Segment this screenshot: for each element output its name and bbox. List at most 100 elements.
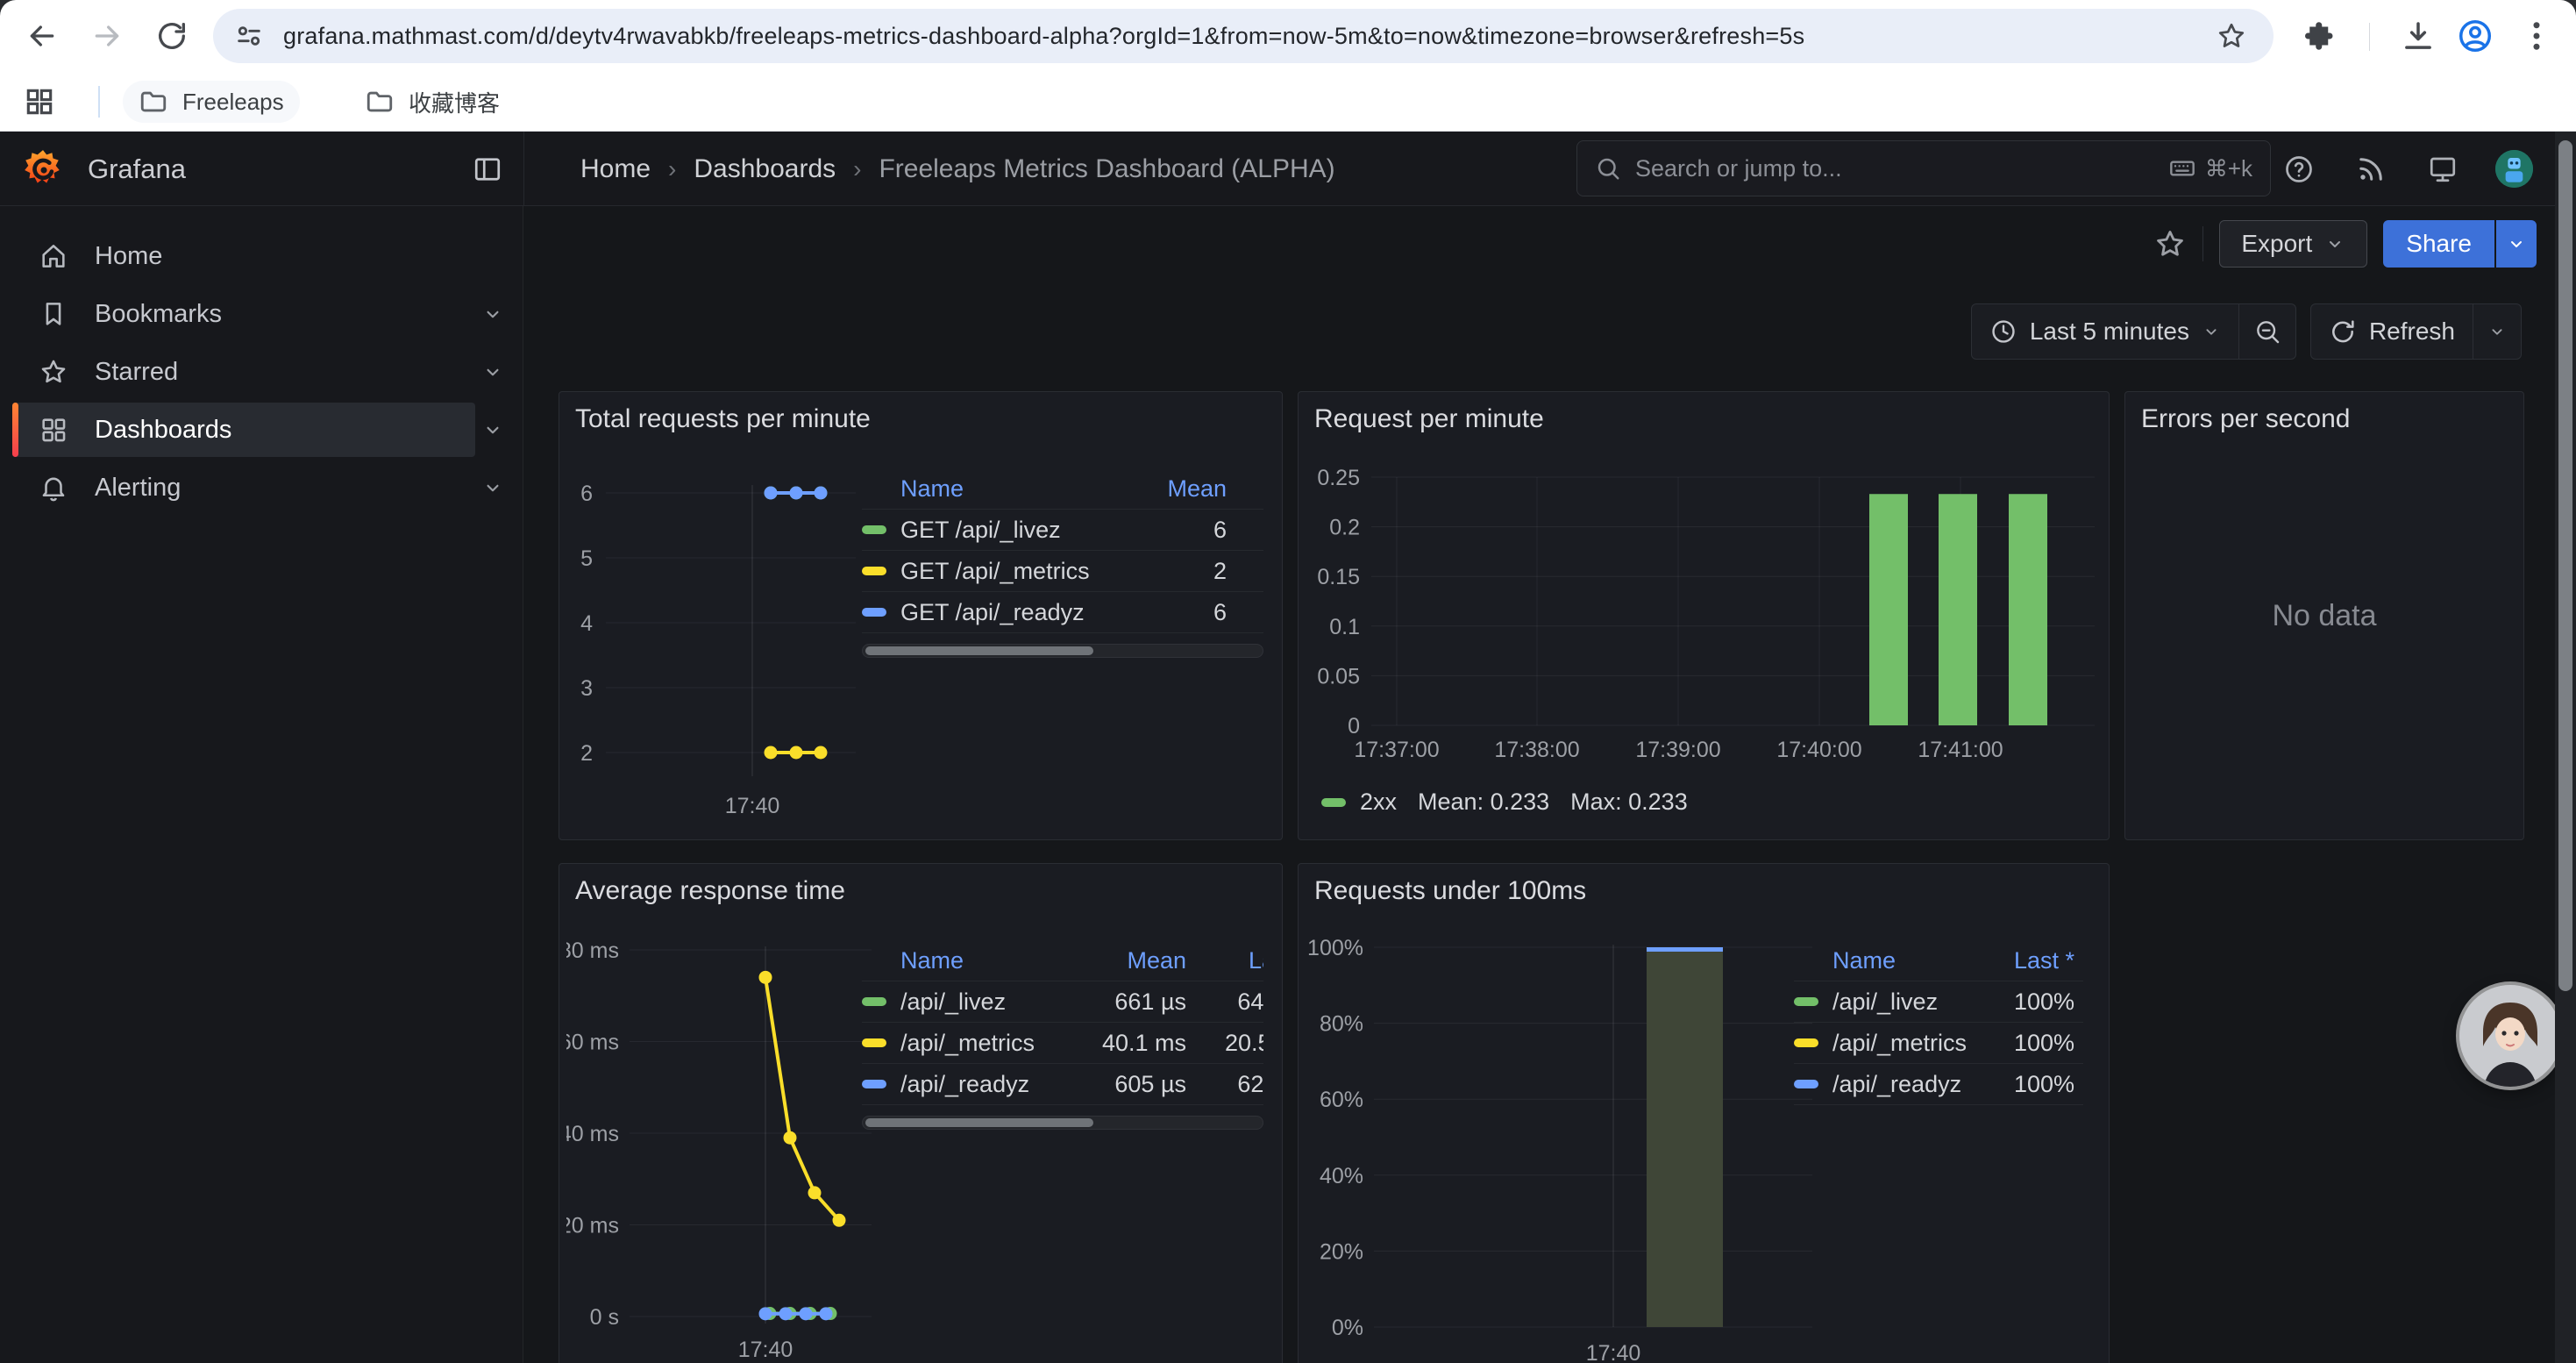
legend-row[interactable]: GET /api/_livez 6 <box>862 510 1263 551</box>
extensions-icon[interactable] <box>2299 18 2336 54</box>
legend-header-mean[interactable]: Mean <box>1130 475 1227 503</box>
sidebar-item-alerting[interactable]: Alerting <box>12 460 510 515</box>
legend-row[interactable]: /api/_livez 100% <box>1794 981 2083 1023</box>
site-controls-icon[interactable] <box>234 21 264 51</box>
refresh-button[interactable]: Refresh <box>2311 304 2473 359</box>
legend-header-name[interactable]: Name <box>900 475 1130 503</box>
refresh-icon <box>2329 318 2357 346</box>
bookmark-folder-blogs[interactable]: 收藏博客 <box>349 81 516 123</box>
star-icon <box>39 357 68 387</box>
panel-title[interactable]: Average response time <box>575 876 845 906</box>
news-rss-icon[interactable] <box>2355 153 2387 185</box>
scrollbar-thumb[interactable] <box>2558 140 2572 991</box>
panel-requests-under-100ms[interactable]: Requests under 100ms 100%80%60%40%20%0%1… <box>1298 863 2110 1363</box>
chart-canvas-requests-under-100ms[interactable]: 100%80%60%40%20%0%17:40 <box>1306 936 1823 1363</box>
favorite-star-icon[interactable] <box>2153 227 2187 260</box>
page-scrollbar[interactable] <box>2555 132 2576 1363</box>
dashboards-grid-icon <box>39 415 68 445</box>
sidebar-toggle-icon[interactable] <box>472 153 503 185</box>
reload-icon[interactable] <box>154 18 189 54</box>
axis-tick-label: 80 ms <box>566 938 619 963</box>
apps-grid-icon[interactable] <box>23 85 56 118</box>
export-button[interactable]: Export <box>2219 220 2367 268</box>
panel-title[interactable]: Requests under 100ms <box>1314 876 1586 906</box>
legend-row[interactable]: /api/_livez 661 µs 646 µs <box>862 981 1263 1023</box>
axis-tick-label: 0.15 <box>1317 565 1360 589</box>
legend-row[interactable]: /api/_readyz 605 µs 620 µs <box>862 1064 1263 1105</box>
legend-header-last[interactable]: Last * <box>1987 947 2074 974</box>
axis-tick-label: 0 s <box>590 1305 619 1330</box>
zoom-out-button[interactable] <box>2239 304 2295 359</box>
breadcrumb-home[interactable]: Home <box>580 154 651 184</box>
grafana-logo[interactable] <box>21 147 65 191</box>
legend-row[interactable]: GET /api/_metrics 2 <box>862 551 1263 592</box>
chevron-down-icon[interactable] <box>475 296 510 332</box>
nav-sidebar: Home Bookmarks Starred <box>0 206 523 1363</box>
legend-row[interactable]: /api/_metrics 100% <box>1794 1023 2083 1064</box>
breadcrumb-dashboards[interactable]: Dashboards <box>694 154 836 184</box>
chart-canvas-request-per-minute[interactable]: 0.250.20.150.10.05017:37:0017:38:0017:39… <box>1306 467 2105 780</box>
chevron-down-icon[interactable] <box>475 354 510 389</box>
time-controls: Last 5 minutes Refresh <box>1971 303 2522 360</box>
panel-title[interactable]: Total requests per minute <box>575 404 871 434</box>
legend-row[interactable]: /api/_metrics 40.1 ms 20.5 ms <box>862 1023 1263 1064</box>
legend-header-name[interactable]: Name <box>900 947 1064 974</box>
header-divider <box>523 132 524 206</box>
downloads-icon[interactable] <box>2400 18 2437 54</box>
legend-row[interactable]: /api/_readyz 100% <box>1794 1064 2083 1105</box>
legend-header-mean[interactable]: Mean <box>1064 947 1186 974</box>
address-bar[interactable]: grafana.mathmast.com/d/deytv4rwavabkb/fr… <box>213 9 2274 63</box>
share-button[interactable]: Share <box>2383 220 2494 268</box>
bar-cap <box>1647 947 1723 952</box>
legend-header-last[interactable]: Last * <box>1186 947 1263 974</box>
chart-canvas-average-response-time[interactable]: 80 ms60 ms40 ms20 ms0 s17:40 <box>566 938 875 1363</box>
profile-icon[interactable] <box>2457 18 2494 54</box>
menu-dots-icon[interactable] <box>2518 18 2555 54</box>
assistant-avatar-widget[interactable] <box>2459 985 2561 1087</box>
bell-icon <box>39 473 68 503</box>
panel-average-response-time[interactable]: Average response time 80 ms60 ms40 ms20 … <box>559 863 1283 1363</box>
time-range-label: Last 5 minutes <box>2030 318 2189 346</box>
bookmark-folder-freeleaps[interactable]: Freeleaps <box>123 81 300 123</box>
chevron-down-icon <box>2202 322 2221 341</box>
search-input[interactable] <box>1635 155 2154 182</box>
legend-scrollbar[interactable] <box>862 644 1263 658</box>
dashboard-canvas: Export Share Last 5 minutes <box>524 206 2576 1363</box>
panel-errors-per-second[interactable]: Errors per second No data <box>2124 391 2524 840</box>
chevron-down-icon[interactable] <box>475 412 510 447</box>
sidebar-item-home[interactable]: Home <box>12 229 510 283</box>
chart-canvas-total-requests[interactable]: 6543217:40 <box>566 469 860 824</box>
refresh-interval-button[interactable] <box>2473 304 2521 359</box>
folder-icon <box>365 87 395 117</box>
user-avatar[interactable] <box>2495 150 2533 188</box>
chevron-down-icon[interactable] <box>475 470 510 505</box>
forward-icon[interactable] <box>89 18 125 54</box>
axis-tick-label: 0.25 <box>1317 467 1360 490</box>
panel-title[interactable]: Request per minute <box>1314 404 1544 434</box>
search-bar[interactable]: ⌘+k <box>1576 140 2271 196</box>
help-icon[interactable] <box>2283 153 2315 185</box>
panel-total-requests-per-minute[interactable]: Total requests per minute 6543217:40 Nam… <box>559 391 1283 840</box>
toolbar-separator <box>2369 23 2370 51</box>
grafana-app: Grafana Home › Dashboards › Freeleaps Me… <box>0 132 2576 1363</box>
time-range-picker[interactable]: Last 5 minutes <box>1972 304 2238 359</box>
axis-tick-label: 17:40 <box>738 1338 793 1362</box>
sidebar-item-bookmarks[interactable]: Bookmarks <box>12 287 510 341</box>
panel-request-per-minute[interactable]: Request per minute 0.250.20.150.10.05017… <box>1298 391 2110 840</box>
sidebar-item-starred[interactable]: Starred <box>12 345 510 399</box>
dashboard-actions: Export Share <box>2153 220 2537 268</box>
axis-tick-label: 2 <box>580 741 593 766</box>
data-point <box>820 1307 833 1320</box>
sidebar-item-dashboards[interactable]: Dashboards <box>12 403 510 457</box>
bookmark-star-icon[interactable] <box>2216 20 2247 52</box>
display-kiosk-icon[interactable] <box>2427 153 2459 185</box>
axis-tick-label: 0.05 <box>1317 664 1360 689</box>
back-icon[interactable] <box>25 18 60 54</box>
legend-row[interactable]: GET /api/_readyz 6 <box>862 592 1263 633</box>
legend-header-name[interactable]: Name <box>1832 947 1987 974</box>
legend-row[interactable]: 2xx Mean: 0.233 Max: 0.233 <box>1321 789 1688 816</box>
legend-scrollbar[interactable] <box>862 1116 1263 1130</box>
share-menu-button[interactable] <box>2496 220 2537 268</box>
bar <box>1647 947 1723 1327</box>
axis-tick-label: 20 ms <box>566 1214 619 1238</box>
